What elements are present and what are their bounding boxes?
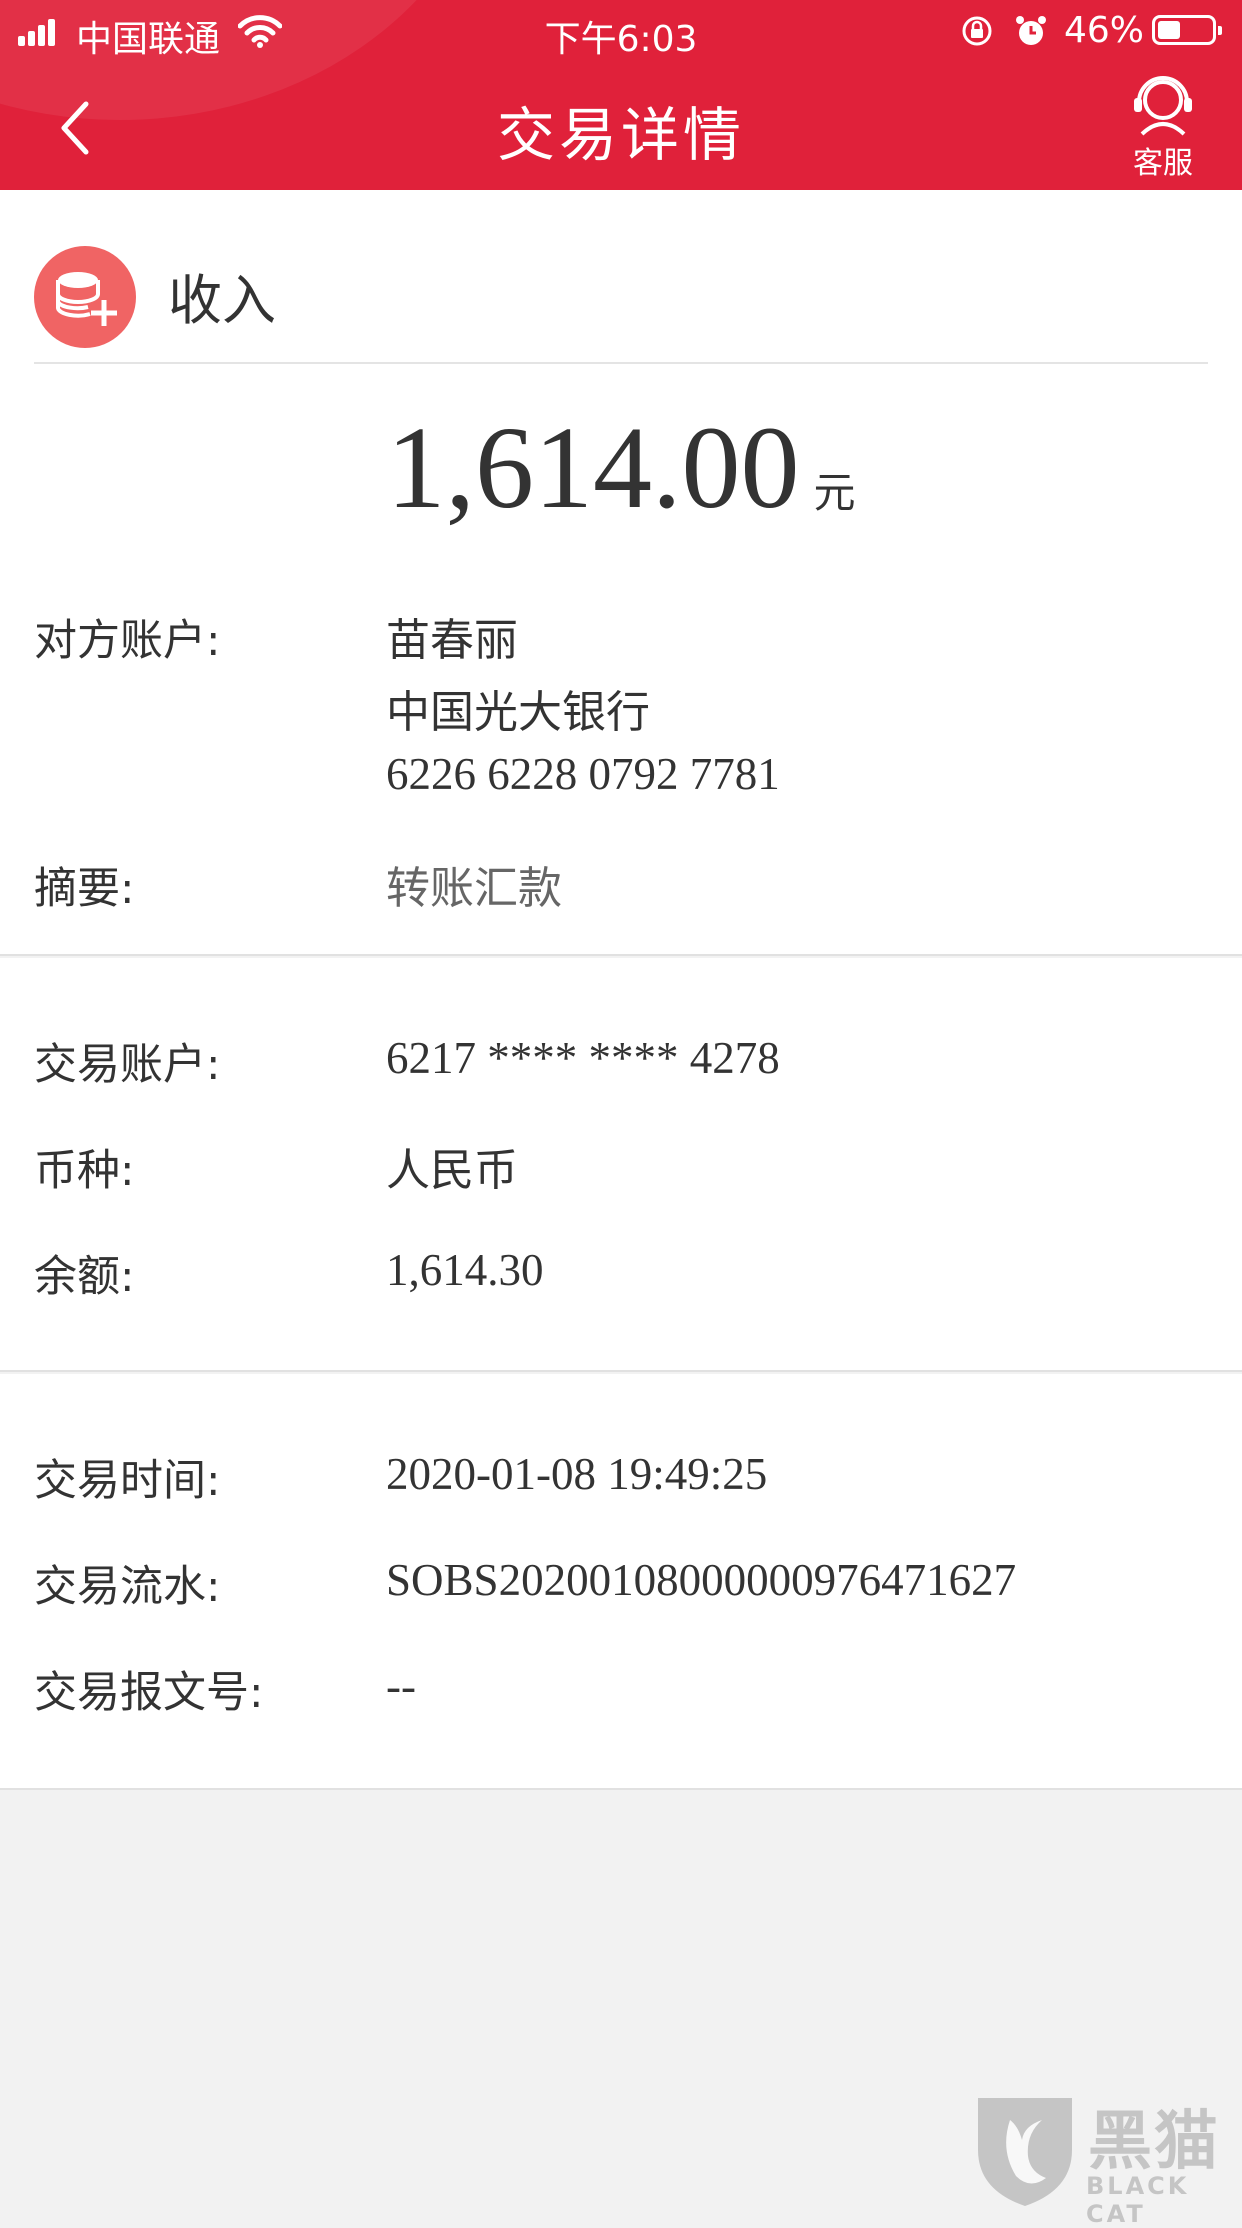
message-no-value: -- <box>386 1661 416 1711</box>
amount-display: 1,614.00 元 <box>0 400 1242 536</box>
battery-icon <box>1152 15 1222 45</box>
black-cat-watermark: 黑猫 BLACK CAT <box>970 2090 1240 2228</box>
cat-shield-icon <box>978 2098 1072 2206</box>
amount-value: 1,614.00 <box>386 402 800 533</box>
battery-percent: 46% <box>1064 10 1145 51</box>
counterparty-bank: 中国光大银行 <box>386 687 650 738</box>
serial-value: SOBS20200108000000976471627 <box>386 1555 1017 1605</box>
app-header: 中国联通 下午6:03 46% 交易详情 客服 <box>0 0 1242 190</box>
alarm-icon <box>1016 16 1046 45</box>
balance-label: 余额: <box>34 1252 135 1302</box>
transaction-meta-section: 交易时间: 2020-01-08 19:49:25 交易流水: SOBS2020… <box>0 1374 1242 1790</box>
customer-service-button[interactable]: 客服 <box>1120 72 1206 182</box>
summary-label: 摘要: <box>34 864 135 914</box>
divider <box>34 362 1208 364</box>
transaction-summary-section: 收入 1,614.00 元 对方账户: 苗春丽 中国光大银行 6226 6228 … <box>0 190 1242 956</box>
serial-label: 交易流水: <box>34 1562 221 1612</box>
counterparty-name: 苗春丽 <box>386 615 518 666</box>
rotation-lock-icon <box>962 16 992 46</box>
battery-fill <box>1158 21 1181 39</box>
page-title: 交易详情 <box>496 101 745 169</box>
trade-time-value: 2020-01-08 19:49:25 <box>386 1449 768 1499</box>
currency-label: 币种: <box>34 1146 135 1196</box>
headset-icon <box>1134 76 1192 136</box>
trade-time-label: 交易时间: <box>34 1456 221 1506</box>
transaction-type: 收入 <box>168 269 276 332</box>
watermark-text: 黑猫 <box>1088 2105 1220 2179</box>
counterparty-account: 6226 6228 0792 7781 <box>386 749 780 799</box>
coins-plus-icon <box>34 246 136 348</box>
counterparty-label: 对方账户: <box>34 616 221 666</box>
trade-account-value: 6217 **** **** 4278 <box>386 1033 780 1083</box>
status-bar: 中国联通 下午6:03 46% <box>0 0 1242 62</box>
message-no-label: 交易报文号: <box>34 1668 264 1718</box>
balance-value: 1,614.30 <box>386 1245 544 1295</box>
watermark-subtext: BLACK CAT <box>1086 2172 1190 2228</box>
customer-service-label: 客服 <box>1133 146 1193 181</box>
status-time: 下午6:03 <box>544 19 698 60</box>
summary-value: 转账汇款 <box>386 863 562 914</box>
amount-unit: 元 <box>813 468 856 517</box>
trade-account-label: 交易账户: <box>34 1040 221 1090</box>
currency-value: 人民币 <box>386 1145 518 1196</box>
account-info-section: 交易账户: 6217 **** **** 4278 币种: 人民币 余额: 1,… <box>0 958 1242 1372</box>
